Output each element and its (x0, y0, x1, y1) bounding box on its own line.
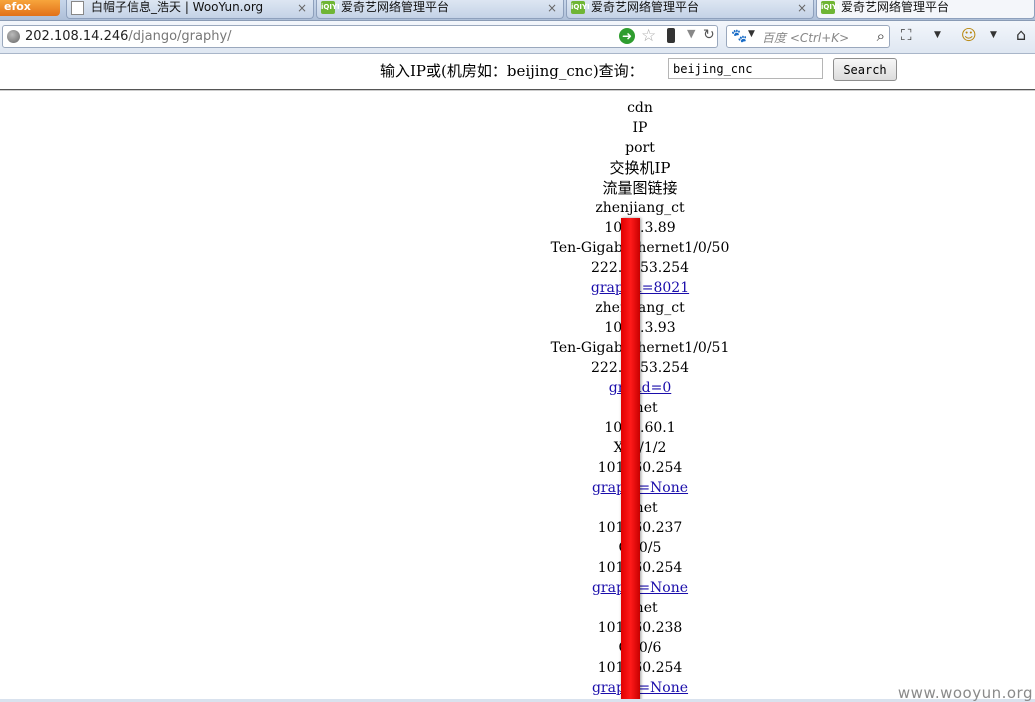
iqiyi-icon: iQIYI (571, 1, 590, 14)
smiley-addon-icon[interactable]: ☺ (961, 26, 977, 44)
row-link-wrap: grap id=8021 (0, 278, 1035, 298)
row-ip: 101. 60.237 (597, 520, 683, 536)
graph-link[interactable]: grap d=None (592, 480, 688, 496)
close-icon[interactable]: × (297, 1, 307, 15)
graph-link[interactable]: gra id=0 (609, 380, 672, 396)
search-placeholder: 百度 <Ctrl+K> (762, 31, 850, 45)
row-port: Ten-Gigabi thernet1/0/50 (550, 240, 730, 256)
row-link-wrap: grap d=None (0, 578, 1035, 598)
row-port: XG /1/2 (614, 440, 667, 456)
header-port: port (625, 140, 655, 156)
header-graph-link: 流量图链接 (602, 179, 678, 197)
address-bar[interactable]: 202.108.14.246/django/graphy/ ➜ ☆ ▼ ↻ (2, 25, 718, 48)
tab-iqiyi-2[interactable]: iQIYI 爱奇艺网络管理平台 × (566, 0, 814, 19)
tab-wooyun[interactable]: 白帽子信息_浩天 | WooYun.org × (66, 0, 314, 19)
watermark: www.wooyun.org (897, 684, 1033, 702)
graph-link[interactable]: grap id=8021 (591, 280, 689, 296)
row-cdn: zhenjiang_ct (595, 200, 685, 216)
bookmark-star-icon[interactable]: ☆ (641, 26, 656, 46)
query-input[interactable] (668, 58, 823, 79)
row-link-wrap: gra id=0 (0, 378, 1035, 398)
row-ip: 101. 60.238 (597, 620, 683, 636)
row-port: G /0/6 (619, 640, 662, 656)
graph-link[interactable]: grap d=None (592, 680, 688, 696)
row-ip: 10. 0.3.93 (604, 320, 676, 336)
chevron-down-icon[interactable]: ▼ (990, 30, 997, 40)
close-icon[interactable]: × (547, 1, 557, 15)
tab-label: 白帽子信息_浩天 | WooYun.org (91, 0, 264, 14)
url-host: 202.108.14.246 (25, 29, 129, 44)
blank-page-icon (71, 1, 84, 15)
iqiyi-icon: iQIYI (321, 1, 340, 14)
home-icon[interactable]: ⌂ (1016, 25, 1026, 44)
screenshot-tool-icon[interactable]: ⛶ (901, 26, 912, 44)
row-switch-ip: 101. 60.254 (597, 460, 683, 476)
baidu-paw-icon[interactable]: 🐾 (731, 29, 747, 44)
query-form: 输入IP或(机房如：beijing_cnc)查询： Search (0, 56, 1035, 88)
row-link-wrap: grap d=None (0, 678, 1035, 698)
row-cdn: c net (622, 600, 658, 616)
globe-icon (7, 30, 20, 43)
divider (0, 89, 1035, 91)
iqiyi-icon: iQIYI (821, 1, 840, 14)
reload-icon[interactable]: ↻ (703, 27, 715, 43)
tab-bar: efox 白帽子信息_浩天 | WooYun.org × iQIYI 爱奇艺网络… (0, 0, 1035, 21)
tab-iqiyi-active[interactable]: iQIYI 爱奇艺网络管理平台 (816, 0, 1035, 19)
header-cdn: cdn (627, 100, 653, 116)
engine-dropdown-icon[interactable]: ▼ (748, 29, 755, 39)
row-port: G /0/5 (619, 540, 662, 556)
close-icon[interactable]: × (797, 1, 807, 15)
tab-iqiyi-1[interactable]: iQIYI 爱奇艺网络管理平台 × (316, 0, 564, 19)
tab-label: 爱奇艺网络管理平台 (841, 0, 950, 14)
search-box[interactable]: 🐾 ▼ 百度 <Ctrl+K> ⌕ (726, 25, 890, 48)
url-text[interactable]: 202.108.14.246/django/graphy/ (25, 29, 232, 44)
row-cdn: c net (622, 500, 658, 516)
tab-label: 爱奇艺网络管理平台 (341, 0, 450, 14)
url-path: /django/graphy/ (128, 29, 232, 44)
query-label: 输入IP或(机房如：beijing_cnc)查询： (380, 62, 644, 80)
row-switch-ip: 101. 60.254 (597, 560, 683, 576)
go-arrow-icon[interactable]: ➜ (619, 28, 635, 44)
row-port: Ten-Gigabi thernet1/0/51 (550, 340, 730, 356)
phone-icon[interactable] (667, 28, 675, 43)
row-cdn: zhen iang_ct (595, 300, 685, 316)
history-dropdown-icon[interactable]: ▼ (687, 27, 695, 40)
magnifier-icon[interactable]: ⌕ (877, 27, 885, 45)
chevron-down-icon[interactable]: ▼ (934, 30, 941, 40)
search-button[interactable]: Search (833, 58, 897, 81)
tab-label: 爱奇艺网络管理平台 (591, 0, 700, 14)
header-switch-ip: 交换机IP (609, 159, 671, 177)
row-ip: 101. .60.1 (604, 420, 676, 436)
header-ip: IP (632, 120, 648, 136)
graph-link[interactable]: grap d=None (592, 580, 688, 596)
row-switch-ip: 222.1 .53.254 (591, 260, 689, 276)
firefox-menu-button[interactable]: efox (0, 0, 60, 16)
row-link-wrap: grap d=None (0, 478, 1035, 498)
results-list: cdn IP port 交换机IP 流量图链接 zhenjiang_ct 10.… (0, 98, 1035, 698)
row-switch-ip: 222.1 .53.254 (591, 360, 689, 376)
row-cdn: c net (622, 400, 658, 416)
navigation-bar: 202.108.14.246/django/graphy/ ➜ ☆ ▼ ↻ 🐾 … (0, 21, 1035, 54)
row-ip: 10. 0.3.89 (604, 220, 676, 236)
row-switch-ip: 101. 60.254 (597, 660, 683, 676)
redaction-bar (621, 218, 640, 702)
